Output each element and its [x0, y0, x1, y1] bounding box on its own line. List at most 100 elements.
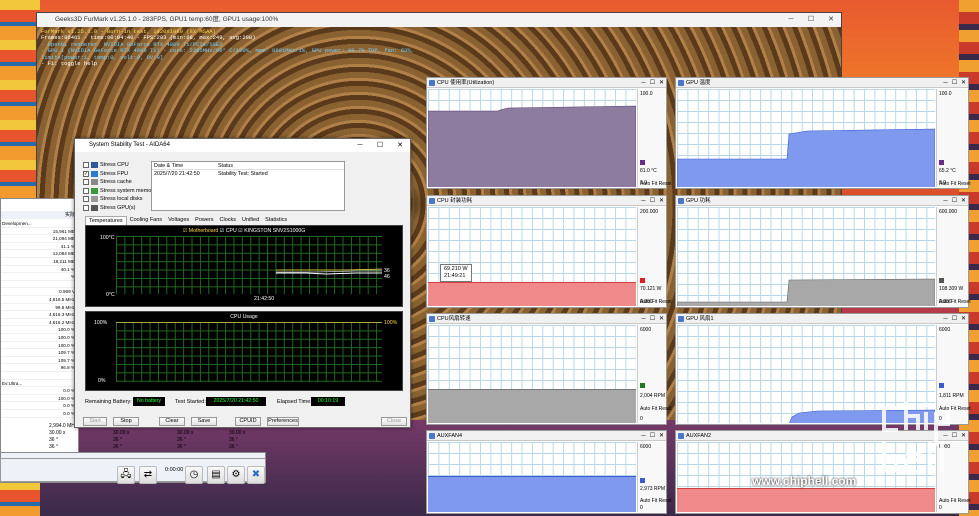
status-log[interactable]: Date & Time Status 2025/7/20 21:42:50 St… [151, 161, 345, 211]
table-row[interactable]: 0.969 V [1, 288, 79, 296]
panel-cpu-util[interactable]: CPU 使用率(Utilization) ─ ☐ ✕ 100.0 81.0 °C Au… [426, 77, 672, 189]
table-row[interactable]: % [1, 273, 79, 281]
clear-button[interactable]: Clear [159, 417, 185, 426]
table-row[interactable]: 21,094 MB [1, 235, 79, 243]
maximize-icon[interactable]: ☐ [648, 431, 657, 440]
close-icon[interactable]: ✕ [657, 431, 666, 440]
save-button[interactable]: Save [191, 417, 217, 426]
stability-test-titlebar[interactable]: System Stability Test - AIDA64 ─ ☐ ✕ [75, 139, 410, 152]
panel-gpu-power[interactable]: GPU 功耗 ─ ☐ ✕ 600.000 108.309 W Auto Fit Res… [675, 195, 971, 308]
minimize-icon[interactable]: ─ [639, 431, 648, 440]
minimize-icon[interactable]: ─ [639, 196, 648, 205]
checkbox-checked[interactable]: ✓ [83, 170, 89, 177]
autofit-reset[interactable]: Auto Fit Reset [640, 406, 672, 412]
minimize-icon[interactable]: ─ [941, 196, 950, 205]
clock-icon[interactable]: ◷ [185, 466, 203, 484]
table-row[interactable]: 109.7 % [1, 349, 79, 357]
tab-cooling-fans[interactable]: Cooling Fans [127, 216, 165, 225]
checkbox[interactable] [83, 196, 89, 202]
close-icon[interactable]: ✕ [959, 78, 968, 87]
tab-temperatures[interactable]: Temperatures [85, 216, 127, 225]
minimize-icon[interactable]: ─ [350, 139, 370, 152]
table-row[interactable]: 109.7 % [1, 357, 79, 365]
stress-option[interactable]: Stress CPU [83, 161, 129, 169]
table-row[interactable]: 12,084 MB [1, 250, 79, 258]
checkbox[interactable] [83, 204, 89, 211]
close-icon[interactable]: ✕ [959, 196, 968, 205]
table-row[interactable]: 15,961 MB [1, 228, 79, 236]
close-icon[interactable]: ✕ [821, 13, 841, 27]
stress-option[interactable]: Stress cache [83, 178, 132, 186]
table-row[interactable]: 18,211 MB [1, 258, 79, 266]
maximize-icon[interactable]: ☐ [648, 78, 657, 87]
minimize-icon[interactable]: ─ [639, 78, 648, 87]
table-row[interactable]: Ev:Ultra... [1, 380, 79, 388]
tab-statistics[interactable]: Statistics [262, 216, 290, 225]
checkbox[interactable] [83, 162, 89, 168]
close-x-icon[interactable]: ✖ [247, 466, 265, 484]
table-row[interactable]: 0.0 % [1, 402, 79, 410]
table-row[interactable]: 40.1 % [1, 266, 79, 274]
maximize-icon[interactable]: ☐ [370, 139, 390, 152]
close-button[interactable]: Close [381, 417, 407, 426]
panel-cpu-power[interactable]: CPU 封装功耗 ─ ☐ ✕ 69.210 W 21:49:21 200.000 70.… [426, 195, 672, 308]
maximize-icon[interactable]: ☐ [801, 13, 821, 27]
table-row[interactable]: 4,616.2 MHz [1, 319, 79, 327]
table-row[interactable]: 100.0 % [1, 326, 79, 334]
table-row[interactable]: 99.8 MHz [1, 304, 79, 312]
maximize-icon[interactable]: ☐ [950, 78, 959, 87]
close-icon[interactable]: ✕ [657, 314, 666, 323]
stress-option[interactable]: Stress system memory [83, 187, 156, 195]
close-icon[interactable]: ✕ [390, 139, 410, 152]
checkbox[interactable] [83, 187, 89, 194]
maximize-icon[interactable]: ☐ [950, 196, 959, 205]
aida64-main-window[interactable]: 实际 Developmen... 15,961 MB 21,094 MB 41.1 %… [0, 198, 79, 483]
stress-option[interactable]: ✓ Stress FPU [83, 170, 128, 178]
table-row[interactable]: 0.0 % [1, 387, 79, 395]
panel-cpu-fan[interactable]: CPU风扇转速 ─ ☐ ✕ 6000 2,004 RPM Auto Fit Reset… [426, 313, 672, 425]
table-row[interactable]: 4,616.3 MHz [1, 311, 79, 319]
connect-icon[interactable]: ⇄ [139, 466, 157, 484]
close-icon[interactable]: ✕ [959, 314, 968, 323]
stress-option[interactable]: Stress GPU(s) [83, 204, 135, 212]
table-row[interactable] [1, 372, 79, 380]
table-row[interactable]: 100.0 % [1, 342, 79, 350]
minimize-icon[interactable]: ─ [781, 13, 801, 27]
table-row[interactable] [1, 281, 79, 289]
minimize-icon[interactable]: ─ [639, 314, 648, 323]
stress-option[interactable]: Stress local disks [83, 195, 143, 203]
table-row[interactable]: 100.0 % [1, 395, 79, 403]
minimize-icon[interactable]: ─ [941, 314, 950, 323]
network-icon[interactable]: 🖧 [117, 466, 135, 484]
table-row[interactable]: 96.8 % [1, 364, 79, 372]
panel-aux-fan4[interactable]: AUXFAN4 ─ ☐ ✕ 6000 2,973 RPM Auto Fit Reset… [426, 430, 672, 514]
start-button[interactable]: Start [83, 417, 107, 426]
autofit-reset[interactable]: Auto Fit Reset [939, 498, 971, 504]
tab-clocks[interactable]: Clocks [217, 216, 240, 225]
tab-powers[interactable]: Powers [192, 216, 216, 225]
maximize-icon[interactable]: ☐ [648, 314, 657, 323]
autofit-reset[interactable]: Auto Fit Reset [640, 498, 672, 504]
checkbox[interactable] [83, 179, 89, 185]
table-row[interactable]: 100.0 % [1, 334, 79, 342]
maximize-icon[interactable]: ☐ [950, 314, 959, 323]
table-row[interactable]: 0.0 % [1, 410, 79, 418]
maximize-icon[interactable]: ☐ [648, 196, 657, 205]
stability-test-window[interactable]: System Stability Test - AIDA64 ─ ☐ ✕ Stres… [74, 138, 411, 428]
furmark-titlebar[interactable]: Geeks3D FurMark v1.25.1.0 - 283FPS, GPU1… [37, 13, 841, 27]
stop-button[interactable]: Stop [113, 417, 139, 426]
table-row[interactable]: 4,616.5 MHz [1, 296, 79, 304]
cpuid-button[interactable]: CPUID [235, 417, 261, 426]
panel-gpu-temp[interactable]: GPU 温度 ─ ☐ ✕ 100.0 65.2 °C Auto Fit Reset 0… [675, 77, 971, 189]
tab-voltages[interactable]: Voltages [165, 216, 192, 225]
minimize-icon[interactable]: ─ [941, 78, 950, 87]
close-icon[interactable]: ✕ [657, 78, 666, 87]
tab-unified[interactable]: Unified [239, 216, 262, 225]
table-row[interactable]: 41.1 % [1, 243, 79, 251]
remaining-battery-label: Remaining Battery: [85, 399, 132, 405]
settings-icon[interactable]: ⚙ [227, 466, 245, 484]
table-row[interactable]: Developmen... [1, 220, 79, 228]
preferences-button[interactable]: Preferences [267, 417, 299, 426]
report-icon[interactable]: ▤ [207, 466, 225, 484]
close-icon[interactable]: ✕ [657, 196, 666, 205]
